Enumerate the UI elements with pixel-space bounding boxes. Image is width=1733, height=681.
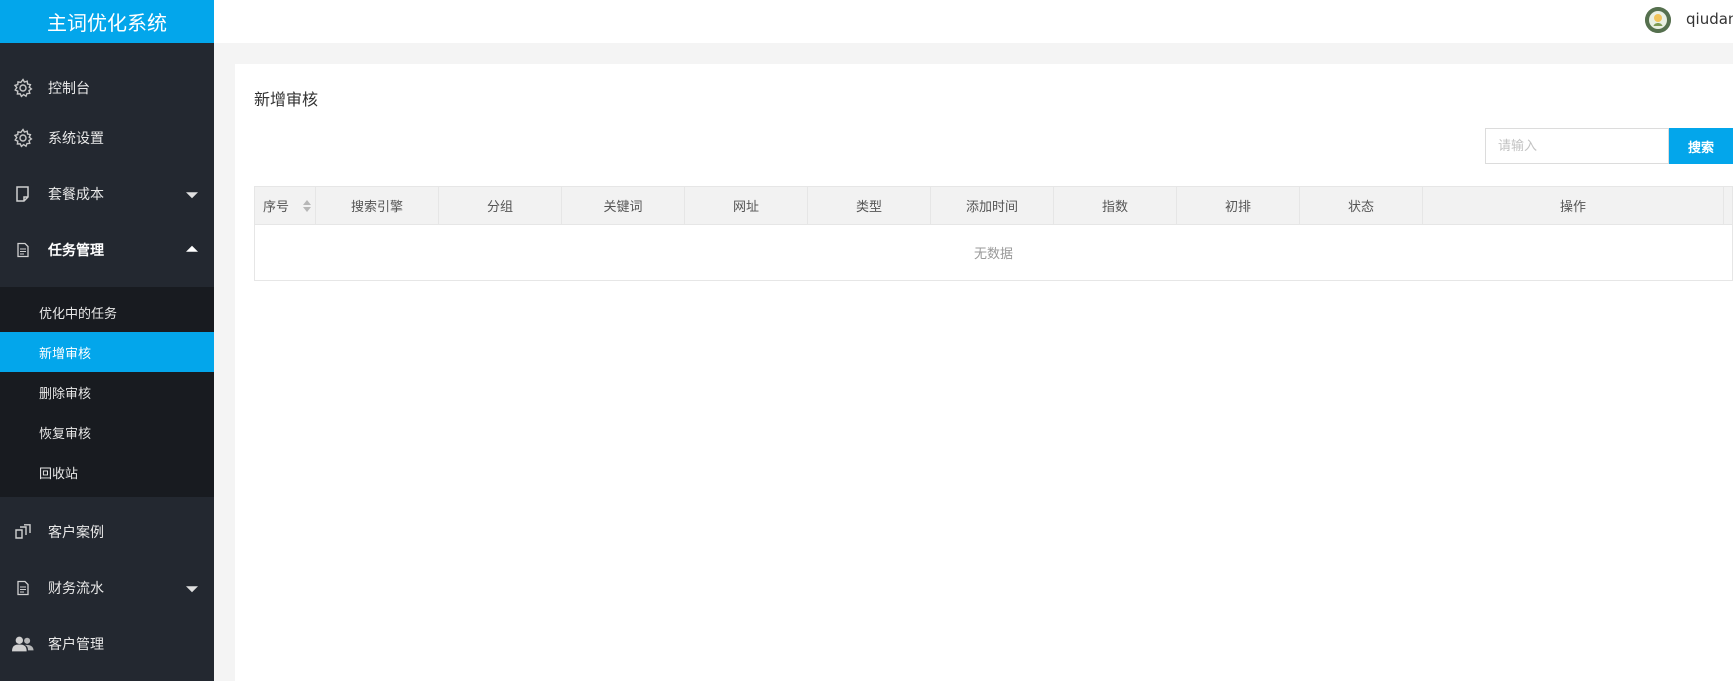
sidebar-item-label: 套餐成本 <box>48 187 104 203</box>
sidebar-item-label: 财务流水 <box>48 581 104 597</box>
chevron-down-icon <box>186 586 198 593</box>
column-header-label: 序号 <box>263 200 290 215</box>
sidebar-item-label: 系统设置 <box>48 131 104 147</box>
sidebar-item-customer-cases[interactable]: 客户案例 <box>0 504 214 560</box>
main-panel: 新增审核 搜索 序号 搜索引擎 分组 关键词 网址 类型 添加时间 指数 初排 … <box>235 64 1733 681</box>
top-bar <box>214 0 1733 43</box>
sidebar-item-label: 控制台 <box>48 81 90 97</box>
sidebar-item-customer-management[interactable]: 客户管理 <box>0 616 214 672</box>
gear-icon <box>12 127 34 149</box>
column-header-initial-rank: 初排 <box>1177 187 1300 224</box>
table-header: 序号 搜索引擎 分组 关键词 网址 类型 添加时间 指数 初排 状态 操作 <box>255 187 1732 225</box>
column-header-group: 分组 <box>439 187 562 224</box>
column-header-type: 类型 <box>808 187 931 224</box>
submenu-item-label: 新增审核 <box>39 346 92 362</box>
submenu-item-delete-review[interactable]: 删除审核 <box>0 372 214 412</box>
empty-state-text: 无数据 <box>973 247 1013 262</box>
username[interactable]: qiudan <box>1686 10 1733 28</box>
document-icon <box>12 183 34 205</box>
submenu-item-label: 删除审核 <box>39 386 92 402</box>
sidebar-item-label: 客户管理 <box>48 637 104 653</box>
chevron-up-icon <box>186 245 198 252</box>
submenu-item-label: 恢复审核 <box>39 426 92 442</box>
submenu-item-restore-review[interactable]: 恢复审核 <box>0 412 214 452</box>
sidebar-item-settings[interactable]: 系统设置 <box>0 110 214 166</box>
avatar[interactable] <box>1645 7 1671 33</box>
sidebar-item-console[interactable]: 控制台 <box>0 60 214 116</box>
task-submenu: 优化中的任务 新增审核 删除审核 恢复审核 回收站 <box>0 287 214 497</box>
column-header-index[interactable]: 序号 <box>255 187 316 224</box>
sort-icon[interactable] <box>303 199 311 212</box>
users-icon <box>12 633 34 655</box>
sidebar-item-package-cost[interactable]: 套餐成本 <box>0 166 214 222</box>
gear-icon <box>12 77 34 99</box>
chevron-down-icon <box>186 192 198 199</box>
file-icon <box>12 239 34 261</box>
column-header-keyword: 关键词 <box>562 187 685 224</box>
cases-icon <box>12 521 34 543</box>
column-header-search-engine: 搜索引擎 <box>316 187 439 224</box>
column-header-url: 网址 <box>685 187 808 224</box>
column-header-index-value: 指数 <box>1054 187 1177 224</box>
page-title: 新增审核 <box>254 90 319 109</box>
submenu-item-new-review[interactable]: 新增审核 <box>0 332 214 372</box>
search-button[interactable]: 搜索 <box>1669 128 1733 164</box>
sidebar-item-finance[interactable]: 财务流水 <box>0 560 214 616</box>
sidebar-item-label: 客户案例 <box>48 525 104 541</box>
submenu-item-label: 优化中的任务 <box>39 306 118 322</box>
submenu-item-optimizing-tasks[interactable]: 优化中的任务 <box>0 292 214 332</box>
submenu-item-label: 回收站 <box>39 466 79 482</box>
data-table: 序号 搜索引擎 分组 关键词 网址 类型 添加时间 指数 初排 状态 操作 无数… <box>254 186 1733 281</box>
submenu-item-recycle-bin[interactable]: 回收站 <box>0 452 214 492</box>
sidebar-item-label: 任务管理 <box>48 243 104 259</box>
column-header-status: 状态 <box>1300 187 1423 224</box>
sidebar-item-task-management[interactable]: 任务管理 <box>0 222 214 278</box>
file-icon <box>12 577 34 599</box>
app-logo: 主词优化系统 <box>0 0 214 43</box>
column-header-added-time: 添加时间 <box>931 187 1054 224</box>
search-input[interactable] <box>1485 128 1669 164</box>
column-header-actions: 操作 <box>1423 187 1724 224</box>
